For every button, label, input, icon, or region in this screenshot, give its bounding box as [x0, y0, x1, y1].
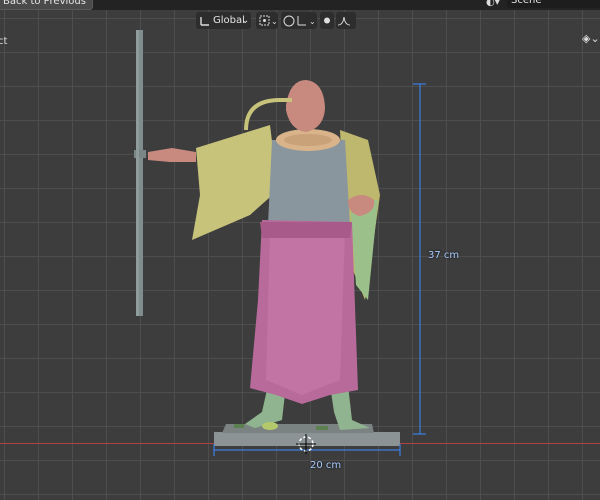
scene-model-render: [134, 30, 426, 456]
figure-base: [214, 424, 400, 446]
figure-collar: [276, 129, 340, 151]
height-dimension-label: 37 cm: [428, 250, 460, 261]
width-dimension-label: 20 cm: [310, 460, 342, 471]
figure-head: [244, 80, 325, 132]
staff: [134, 30, 146, 316]
figure-robe: [250, 220, 358, 404]
height-dimension: [413, 83, 426, 435]
figure-torso: [268, 140, 350, 225]
